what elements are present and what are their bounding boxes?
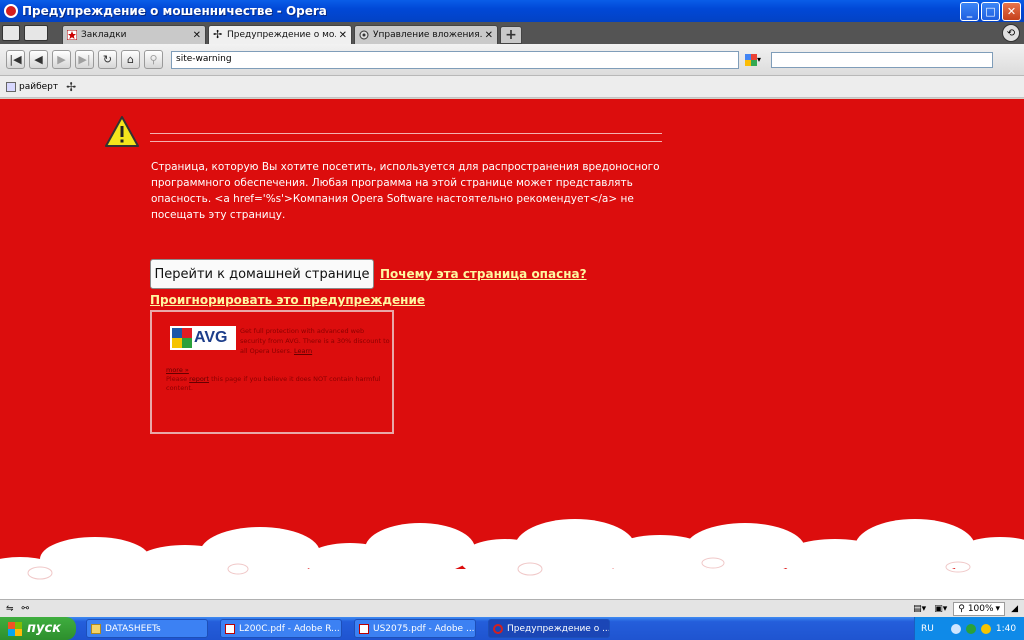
new-tab-button[interactable]: + <box>500 26 522 44</box>
ignore-warning-link[interactable]: Проигнорировать это предупреждение <box>150 293 425 307</box>
navigation-toolbar: |◀ ◀ ▶ ▶| ↻ ⌂ ⚲ site-warning ▾ <box>0 44 1024 76</box>
bookmark-item[interactable]: райберт <box>19 82 58 92</box>
warning-icon <box>105 116 139 147</box>
back-button[interactable]: ◀ <box>29 50 48 69</box>
maximize-button[interactable]: □ <box>981 1 1000 21</box>
avg-tray-icon[interactable] <box>965 623 976 634</box>
chevron-down-icon: ▾ <box>995 603 1001 614</box>
view-mode-icon[interactable]: ▤▾ <box>913 604 926 614</box>
avg-more-link[interactable]: more » <box>166 366 189 374</box>
taskbar-item-l200c[interactable]: L200C.pdf - Adobe R... <box>220 619 342 638</box>
panels-toggle-icon[interactable] <box>2 25 20 41</box>
avg-promo-text: Get full protection with advanced web se… <box>240 327 390 355</box>
taskbar-item-opera[interactable]: Предупреждение о ... <box>488 619 610 638</box>
tab-bar-buttons <box>0 22 62 44</box>
tab-bar: Закладки ✕ ✢ Предупреждение о мо... ✕ Уп… <box>0 22 1024 44</box>
reload-button[interactable]: ↻ <box>98 50 117 69</box>
avg-logo: AVG <box>170 326 236 350</box>
cloud-decoration <box>0 519 1024 599</box>
add-bookmark-icon[interactable]: ✢ <box>66 80 76 94</box>
language-indicator[interactable]: RU <box>921 624 934 634</box>
image-mode-icon[interactable]: ▣▾ <box>934 604 947 614</box>
go-home-button[interactable]: Перейти к домашней странице <box>150 259 374 289</box>
zoom-control[interactable]: ⚲ 100% ▾ <box>953 601 1006 616</box>
avg-report-link[interactable]: report <box>189 375 209 383</box>
tab-label: Закладки <box>81 30 127 40</box>
folder-icon <box>91 623 101 634</box>
opera-logo-icon <box>4 4 18 18</box>
panel-toggle-icon[interactable]: ⇋ <box>6 604 14 614</box>
title-bar: Предупреждение о мошенничестве - Opera _… <box>0 0 1024 22</box>
tab-close-icon[interactable]: ✕ <box>485 30 493 41</box>
bookmarks-bar: райберт ✢ <box>0 76 1024 98</box>
resize-grip-icon[interactable]: ◢ <box>1011 604 1018 614</box>
rewind-button[interactable]: |◀ <box>6 50 25 69</box>
avg-logo-icon <box>172 328 192 348</box>
opera-logo-icon <box>493 623 503 634</box>
zoom-level: 100% <box>967 603 994 614</box>
start-button[interactable]: пуск <box>0 617 76 640</box>
status-bar: ⇋ ⚯ ▤▾ ▣▾ ⚲ 100% ▾ ◢ <box>0 599 1024 617</box>
minimize-button[interactable]: _ <box>960 1 979 21</box>
address-field[interactable]: site-warning <box>171 50 739 69</box>
tab-close-icon[interactable]: ✕ <box>193 30 201 41</box>
zoom-icon: ⚲ <box>958 603 965 614</box>
divider <box>150 133 662 134</box>
window-title: Предупреждение о мошенничестве - Opera <box>22 4 327 18</box>
fast-forward-button[interactable]: ▶| <box>75 50 94 69</box>
system-tray: RU 1:40 <box>914 617 1024 640</box>
bookmark-icon <box>67 30 77 40</box>
search-engine-selector[interactable]: ▾ <box>745 52 767 68</box>
volume-tray-icon[interactable] <box>980 623 991 634</box>
avg-learn-link[interactable]: Learn <box>294 347 312 355</box>
tab-label: Управление вложения... <box>373 30 482 40</box>
pdf-icon <box>359 623 369 634</box>
tab-extensions[interactable]: Управление вложения... ✕ <box>354 25 498 44</box>
tab-view-icon[interactable] <box>24 25 48 41</box>
windows-flag-icon <box>8 621 22 636</box>
closed-tabs-icon[interactable]: ⟲ <box>1002 24 1020 42</box>
divider <box>150 141 662 142</box>
forward-button[interactable]: ▶ <box>52 50 71 69</box>
windows-taskbar: пуск DATASHEETs L200C.pdf - Adobe R... U… <box>0 617 1024 640</box>
google-icon <box>745 53 757 66</box>
search-input[interactable] <box>771 51 993 68</box>
pdf-icon <box>225 623 235 634</box>
tab-bookmarks[interactable]: Закладки ✕ <box>62 25 206 44</box>
close-button[interactable]: ✕ <box>1002 1 1021 21</box>
settings-icon <box>359 30 369 40</box>
page-content: Страница, которую Вы хотите посетить, ис… <box>0 99 1024 599</box>
tab-warning[interactable]: ✢ Предупреждение о мо... ✕ <box>208 25 352 44</box>
clock: 1:40 <box>995 623 1017 634</box>
taskbar-item-us2075[interactable]: US2075.pdf - Adobe ... <box>354 619 476 638</box>
chevron-down-icon: ▾ <box>757 55 762 64</box>
why-dangerous-link[interactable]: Почему эта страница опасна? <box>380 267 587 281</box>
avg-panel: AVG Get full protection with advanced we… <box>150 310 394 434</box>
bookmark-item-icon <box>6 81 16 92</box>
tab-label: Предупреждение о мо... <box>227 30 336 40</box>
network-icon[interactable]: ⚯ <box>22 604 30 614</box>
network-tray-icon[interactable] <box>950 623 961 634</box>
opera-tab-icon: ✢ <box>213 28 223 41</box>
taskbar-item-datasheets[interactable]: DATASHEETs <box>86 619 208 638</box>
security-icon[interactable]: ⚲ <box>144 50 163 69</box>
avg-report-text: more » Please report this page if you be… <box>166 366 381 392</box>
tab-close-icon[interactable]: ✕ <box>339 30 347 41</box>
home-button[interactable]: ⌂ <box>121 50 140 69</box>
warning-message: Страница, которую Вы хотите посетить, ис… <box>151 161 660 221</box>
